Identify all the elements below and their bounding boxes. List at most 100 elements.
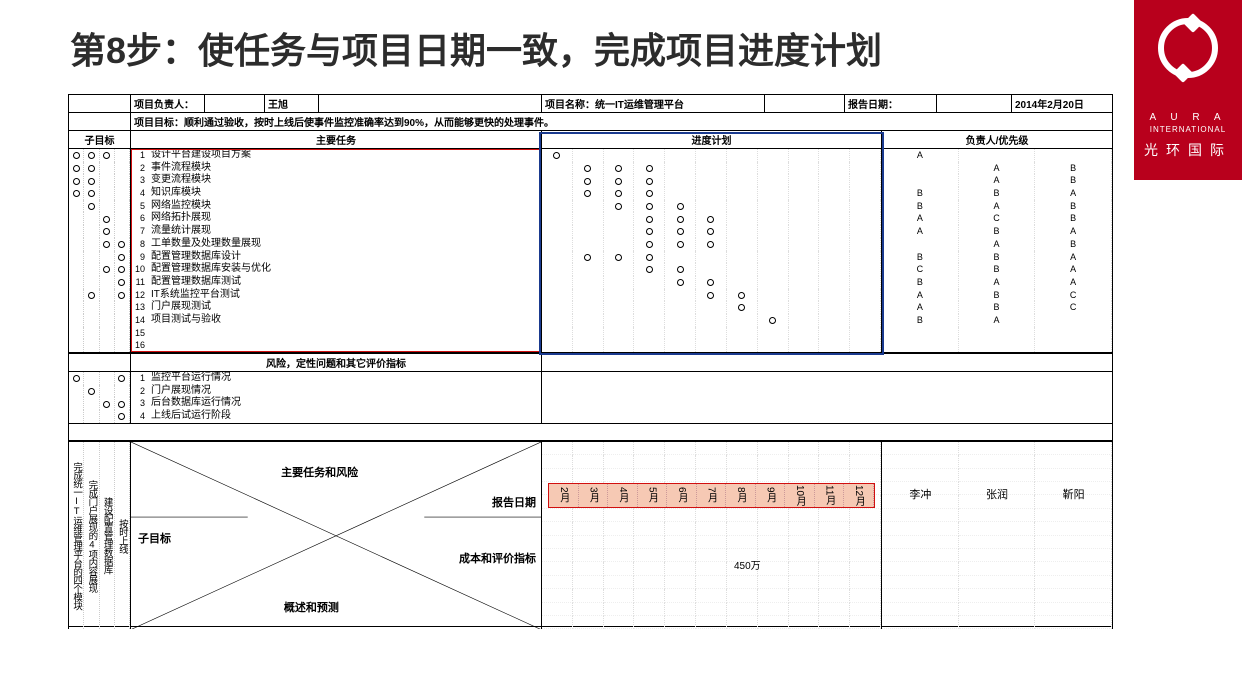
- logo-icon: [1158, 18, 1218, 78]
- subtarget-mark: [115, 276, 130, 289]
- schedule-cell: [727, 263, 758, 276]
- schedule-cell: [696, 251, 727, 264]
- resp-cell: A: [1035, 251, 1112, 264]
- subtarget-mark: [115, 327, 130, 340]
- subtarget-mark: [69, 251, 84, 264]
- resp-cell: [1035, 149, 1112, 162]
- schedule-cell: [850, 200, 881, 213]
- resp-cell: B: [959, 289, 1036, 302]
- subtarget-mark: [115, 212, 130, 225]
- schedule-cell: [542, 212, 573, 225]
- schedule-cell: [573, 339, 604, 352]
- report-date-value: 2014年2月20日: [1012, 95, 1113, 113]
- schedule-cell: [850, 225, 881, 238]
- risk-subtarget-mark: [69, 397, 84, 410]
- owner-value: 王旭: [265, 95, 319, 113]
- schedule-cell: [727, 225, 758, 238]
- task-grid: 1设计平台建设项目方案2事件流程模块3变更流程模块4知识库模块5网络监控模块6网…: [68, 149, 1113, 353]
- schedule-cell: [696, 276, 727, 289]
- schedule-cell: [696, 225, 727, 238]
- proj-name-value: 统一IT运维管理平台: [595, 100, 684, 111]
- schedule-cell: [758, 301, 789, 314]
- schedule-cell: [727, 339, 758, 352]
- schedule-cell: [850, 162, 881, 175]
- schedule-cell: [727, 251, 758, 264]
- resp-cell: A: [1035, 187, 1112, 200]
- schedule-cell: [819, 200, 850, 213]
- subtarget-mark: [69, 339, 84, 352]
- schedule-cell: [634, 212, 665, 225]
- schedule-cell: [850, 314, 881, 327]
- x-cost-label: 成本和评价指标: [458, 550, 537, 566]
- logo-brand-sub: INTERNATIONAL: [1150, 125, 1226, 134]
- risk-subtarget-mark: [84, 410, 99, 423]
- schedule-cell: [819, 314, 850, 327]
- subtarget-mark: [84, 162, 99, 175]
- subtarget-mark: [100, 301, 115, 314]
- subtarget-column: [68, 149, 131, 352]
- subtarget-mark: [115, 162, 130, 175]
- resp-cell: A: [959, 174, 1036, 187]
- schedule-cell: [634, 339, 665, 352]
- subtarget-mark: [115, 289, 130, 302]
- risk-name: 门户展现情况: [151, 385, 541, 398]
- subtarget-mark: [115, 339, 130, 352]
- x-diagram: 主要任务和风险 报告日期 子目标 成本和评价指标 概述和预测: [131, 442, 542, 630]
- schedule-cell: [789, 149, 820, 162]
- proj-name-label: 项目名称：: [545, 100, 595, 111]
- subtarget-mark: [69, 225, 84, 238]
- schedule-cell: [542, 276, 573, 289]
- resp-cell: A: [882, 149, 959, 162]
- subtarget-mark: [69, 301, 84, 314]
- resp-cell: B: [959, 225, 1036, 238]
- schedule-cell: [789, 251, 820, 264]
- task-row: 12IT系统监控平台测试: [131, 289, 541, 302]
- schedule-cell: [789, 162, 820, 175]
- risk-subtarget-mark: [84, 372, 99, 385]
- schedule-cell: [634, 314, 665, 327]
- schedule-cell: [850, 327, 881, 340]
- schedule-cell: [542, 289, 573, 302]
- subtarget-mark: [69, 314, 84, 327]
- risk-subtarget-mark: [69, 410, 84, 423]
- schedule-cell: [604, 327, 635, 340]
- schedule-cell: [604, 314, 635, 327]
- subtarget-mark: [69, 162, 84, 175]
- schedule-cell: [758, 149, 789, 162]
- month-cell: 9月: [756, 484, 786, 507]
- risk-header: 风险，定性问题和其它评价指标: [68, 353, 1113, 372]
- month-cell: 5月: [638, 484, 668, 507]
- schedule-cell: [604, 238, 635, 251]
- schedule-cell: [665, 200, 696, 213]
- schedule-cell: [696, 327, 727, 340]
- schedule-cell: [758, 276, 789, 289]
- x-top-label: 主要任务和风险: [280, 464, 359, 480]
- schedule-cell: [819, 251, 850, 264]
- subtarget-mark: [69, 212, 84, 225]
- vertical-label: 完成统一IT运维管理平台的四个模块: [69, 442, 84, 630]
- schedule-cell: [634, 187, 665, 200]
- subtarget-mark: [115, 187, 130, 200]
- resp-cell: B: [1035, 162, 1112, 175]
- schedule-cell: [665, 314, 696, 327]
- month-cell: 3月: [579, 484, 609, 507]
- task-row: 15: [131, 327, 541, 340]
- schedule-cell: [604, 174, 635, 187]
- schedule-cell: [819, 149, 850, 162]
- schedule-cell: [758, 212, 789, 225]
- x-sub-label: 子目标: [137, 530, 172, 546]
- schedule-cell: [634, 289, 665, 302]
- subtarget-mark: [84, 314, 99, 327]
- schedule-cell: [696, 174, 727, 187]
- report-date-label: 报告日期：: [845, 95, 937, 113]
- task-name: 流量统计展现: [151, 225, 541, 238]
- resp-cell: [882, 327, 959, 340]
- task-number: 4: [133, 187, 151, 200]
- resp-cell: [882, 162, 959, 175]
- schedule-cell: [665, 263, 696, 276]
- subtarget-mark: [115, 263, 130, 276]
- subtarget-mark: [100, 339, 115, 352]
- schedule-cell: [604, 212, 635, 225]
- resp-cell: C: [882, 263, 959, 276]
- logo-brand-cn: 光环国际: [1144, 140, 1232, 160]
